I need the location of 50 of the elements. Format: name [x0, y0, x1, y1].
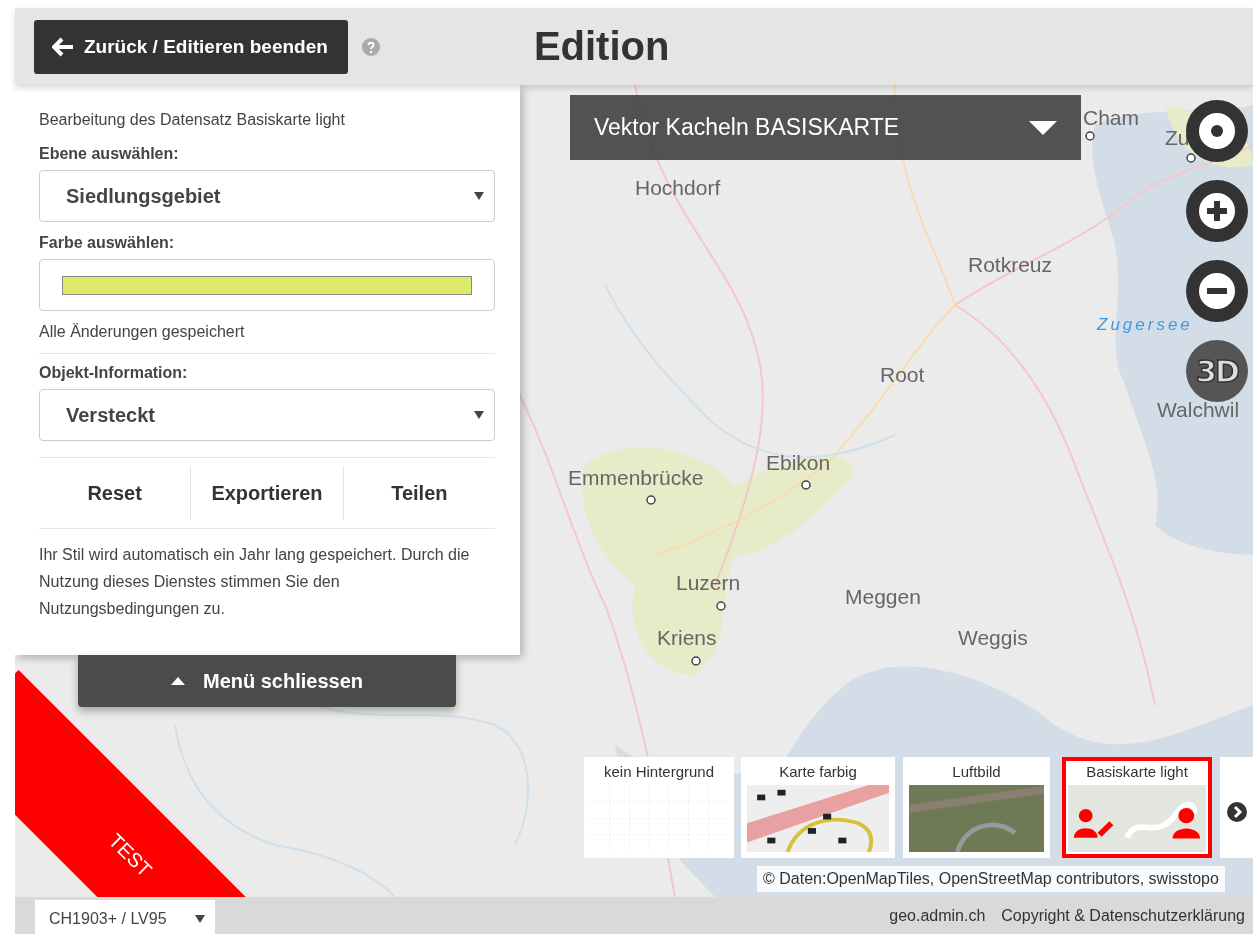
town-label: Emmenbrücke — [568, 466, 704, 490]
background-tile[interactable]: Luftbild — [903, 757, 1050, 858]
background-tile[interactable]: Basiskarte light — [1062, 757, 1212, 858]
footer-link[interactable]: geo.admin.ch — [889, 906, 986, 925]
town-label: Kriens — [657, 626, 717, 650]
dataset-caption: Bearbeitung des Datensatz Basiskarte light — [39, 111, 346, 129]
town-dot-icon — [716, 601, 726, 611]
caret-icon — [474, 192, 484, 200]
next-icon[interactable] — [1227, 802, 1247, 822]
action-button[interactable]: Teilen — [342, 466, 495, 520]
caret-up-icon — [170, 677, 185, 685]
town-dot-icon — [801, 480, 811, 490]
background-tile[interactable]: kein Hintergrund — [584, 757, 734, 858]
info-select[interactable]: Versteckt — [39, 389, 495, 441]
town-label: Cham — [1083, 106, 1140, 130]
town-dot-icon — [646, 495, 656, 505]
town-label: Ebikon — [766, 451, 831, 475]
caret-down-icon — [1029, 120, 1057, 135]
layer-dropdown[interactable]: Vektor Kacheln BASISKARTE — [570, 95, 1081, 160]
lake-label: Zugersee — [1097, 315, 1193, 335]
save-status: Alle Änderungen gespeichert — [39, 323, 495, 354]
layer-label: Ebene auswählen: — [39, 145, 180, 163]
map-attribution: © Daten:OpenMapTiles, OpenStreetMap contributors, swisstopo — [757, 866, 1225, 892]
caret-icon — [195, 914, 205, 923]
close-menu-button[interactable]: Menü schliessen — [78, 655, 456, 707]
town-label: Hochdorf — [635, 176, 721, 200]
town-label: Rotkreuz — [968, 253, 1053, 277]
action-button[interactable]: Reset — [39, 466, 191, 520]
town-label: Root — [880, 363, 925, 387]
color-field[interactable] — [39, 259, 495, 311]
caret-icon — [474, 411, 484, 419]
town-dot-icon — [691, 656, 701, 666]
color-label: Farbe auswählen: — [39, 234, 176, 252]
back-button[interactable]: Zurück / Editieren beenden — [34, 19, 348, 74]
town-label: Weggis — [958, 626, 1028, 650]
town-label: Meggen — [845, 585, 921, 609]
layer-select[interactable]: Siedlungsgebiet — [39, 170, 495, 222]
projection-select[interactable]: CH1903+ / LV95 — [35, 900, 215, 934]
notice-text: Ihr Stil wird automatisch ein Jahr lang gespeichert. Durch die Nutzung dieses Dienstes stimmen Sie den Nutzungsbedingungen zu. — [39, 545, 471, 619]
town-label: Luzern — [676, 571, 741, 595]
page-title: Edition — [533, 24, 670, 69]
town-dot-icon — [1186, 153, 1196, 163]
background-tile[interactable]: Karte farbig — [741, 757, 895, 858]
footer-link[interactable]: Copyright & Datenschutzerklärung — [1001, 906, 1245, 925]
town-dot-icon — [1085, 131, 1095, 141]
action-button[interactable]: Exportieren — [190, 466, 343, 520]
tile-card[interactable] — [1220, 757, 1253, 858]
arrow-left-icon — [52, 36, 74, 57]
town-label: Zu — [1165, 126, 1190, 150]
info-label: Objekt-Information: — [39, 364, 189, 382]
